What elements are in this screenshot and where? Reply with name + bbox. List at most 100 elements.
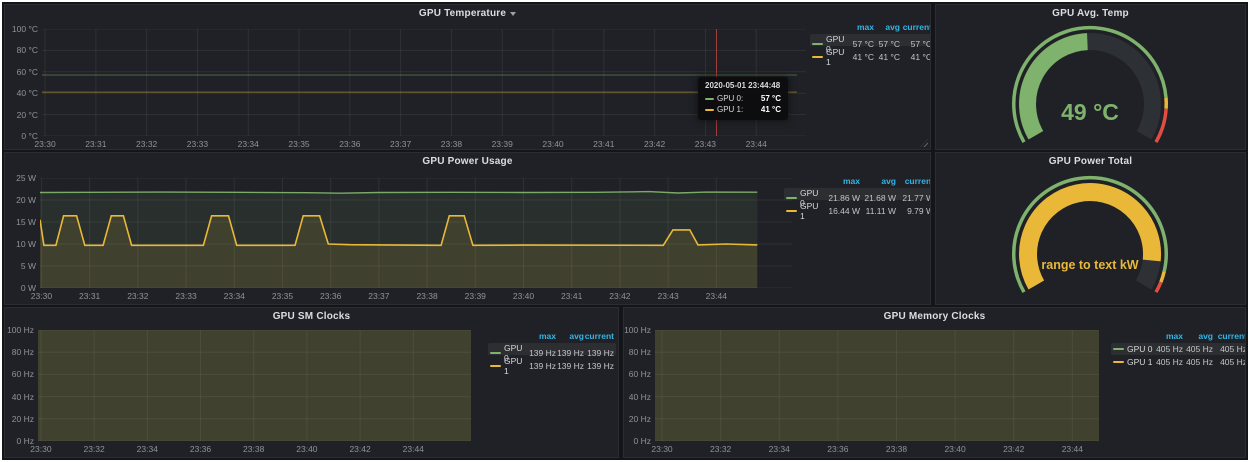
legend-stat-header[interactable]: max (822, 176, 860, 186)
legend-stat-header[interactable]: current (900, 22, 931, 32)
y-axis-label: 20 W (5, 195, 36, 205)
x-axis-label: 23:37 (361, 291, 397, 301)
legend-stat-header[interactable]: current (584, 331, 614, 341)
panel-title: GPU Avg. Temp (1052, 8, 1129, 19)
x-axis-label: 23:31 (72, 291, 108, 301)
panel-gpu-sm-clocks: GPU SM Clocks maxavgcurrentGPU 0139 Hz13… (4, 307, 619, 458)
legend-stat-value: 139 Hz (556, 361, 584, 371)
legend-stat-value: 16.44 W (822, 206, 860, 216)
x-axis-label: 23:37 (383, 139, 419, 149)
panel-header-gpu-temperature[interactable]: GPU Temperature (5, 5, 930, 21)
x-axis-label: 23:44 (1054, 444, 1090, 454)
y-axis-label: 60 Hz (624, 369, 651, 379)
legend-stat-value: 405 Hz (1213, 344, 1246, 354)
x-axis-label: 23:32 (129, 139, 165, 149)
panel-header-gpu-avg-temp[interactable]: GPU Avg. Temp (936, 5, 1245, 21)
x-axis-label: 23:41 (554, 291, 590, 301)
x-axis-label: 23:36 (313, 291, 349, 301)
series-color-icon (490, 352, 501, 354)
legend-stat-value: 41 °C (874, 52, 900, 62)
y-axis-label: 80 Hz (624, 347, 651, 357)
series-color-icon (812, 43, 823, 45)
x-axis-label: 23:39 (457, 291, 493, 301)
chart-svg (655, 330, 1099, 441)
gpu-temperature-chart[interactable] (42, 29, 806, 136)
x-axis-label: 23:40 (937, 444, 973, 454)
gauge-value-text: 49 °C (1061, 99, 1119, 125)
series-color-icon (705, 109, 714, 111)
y-axis-label: 40 Hz (624, 392, 651, 402)
y-axis-label: 100 Hz (5, 325, 34, 335)
y-axis-label: 20 °C (5, 110, 38, 120)
panel-header-gpu-sm-clocks[interactable]: GPU SM Clocks (5, 308, 618, 324)
series-color-icon (1113, 361, 1124, 363)
x-axis-label: 23:31 (78, 139, 114, 149)
chart-legend: maxavgcurrentGPU 057 °C57 °C57 °CGPU 141… (810, 21, 931, 60)
legend-stat-header[interactable]: max (846, 22, 874, 32)
chart-legend: maxavgcurrentGPU 0405 Hz405 Hz405 HzGPU … (1111, 330, 1246, 369)
legend-header-row: maxavgcurrent (488, 330, 616, 342)
panel-header-gpu-memory-clocks[interactable]: GPU Memory Clocks (624, 308, 1245, 324)
y-axis-label: 20 Hz (5, 414, 34, 424)
x-axis-label: 23:30 (23, 444, 59, 454)
gpu-sm-clocks-chart[interactable] (38, 330, 471, 441)
legend-series-name[interactable]: GPU 1 (812, 47, 846, 67)
legend-stat-header[interactable]: avg (556, 331, 584, 341)
gpu-memory-clocks-chart[interactable] (655, 330, 1099, 441)
y-axis-label: 80 Hz (5, 347, 34, 357)
x-axis-label: 23:34 (761, 444, 797, 454)
legend-stat-value: 405 Hz (1183, 344, 1213, 354)
x-axis-label: 23:32 (76, 444, 112, 454)
legend-stat-header[interactable]: avg (874, 22, 900, 32)
legend-header-row: maxavgcurrent (1111, 330, 1246, 342)
legend-series-name[interactable]: GPU 0 (1113, 344, 1153, 354)
panel-resize-handle[interactable] (920, 139, 928, 147)
series-color-icon (490, 365, 501, 367)
legend-series-name[interactable]: GPU 1 (1113, 357, 1153, 367)
panel-gpu-memory-clocks: GPU Memory Clocks maxavgcurrentGPU 0405 … (623, 307, 1246, 458)
y-axis-label: 15 W (5, 217, 36, 227)
tooltip-row: GPU 0:57 °C (705, 93, 781, 104)
legend-stat-value: 11.11 W (860, 206, 896, 216)
legend-row: GPU 1405 Hz405 Hz405 Hz (1111, 356, 1246, 368)
legend-stat-value: 9.79 W (896, 206, 931, 216)
legend-series-name[interactable]: GPU 1 (490, 356, 528, 376)
dashboard: GPU Temperature 2020-05-01 23:44:48 GPU … (2, 2, 1248, 460)
legend-stat-value: 21.77 W (896, 193, 931, 203)
legend-header-row: maxavgcurrent (784, 175, 931, 187)
x-axis-label: 23:40 (535, 139, 571, 149)
chevron-down-icon[interactable] (510, 12, 516, 16)
x-axis-label: 23:34 (216, 291, 252, 301)
legend-stat-value: 405 Hz (1153, 344, 1183, 354)
panel-title: GPU Power Total (1049, 156, 1132, 167)
legend-stat-value: 21.86 W (822, 193, 860, 203)
legend-stat-header[interactable]: avg (860, 176, 896, 186)
x-axis-label: 23:35 (264, 291, 300, 301)
legend-stat-header[interactable]: current (896, 176, 931, 186)
legend-stat-header[interactable]: max (528, 331, 556, 341)
x-axis-label: 23:42 (342, 444, 378, 454)
panel-title: GPU Memory Clocks (884, 311, 986, 322)
gauge-svg: 49 °C (936, 5, 1245, 149)
x-axis-label: 23:35 (281, 139, 317, 149)
chart-legend: maxavgcurrentGPU 021.86 W21.68 W21.77 WG… (784, 175, 931, 214)
legend-stat-header[interactable]: current (1213, 331, 1246, 341)
x-axis-label: 23:44 (738, 139, 774, 149)
x-axis-label: 23:36 (183, 444, 219, 454)
legend-stat-value: 57 °C (846, 39, 874, 49)
legend-stat-header[interactable]: avg (1183, 331, 1213, 341)
x-axis-label: 23:34 (230, 139, 266, 149)
gpu-power-usage-chart[interactable] (40, 178, 792, 288)
legend-stat-value: 405 Hz (1213, 357, 1246, 367)
legend-series-name[interactable]: GPU 1 (786, 201, 822, 221)
y-axis-label: 100 Hz (624, 325, 651, 335)
gauge-gpu-power-total: range to text kW (936, 153, 1245, 304)
panel-header-gpu-power-total[interactable]: GPU Power Total (936, 153, 1245, 169)
legend-stat-header[interactable]: max (1153, 331, 1183, 341)
x-axis-label: 23:40 (505, 291, 541, 301)
x-axis-label: 23:38 (236, 444, 272, 454)
x-axis-label: 23:36 (820, 444, 856, 454)
legend-stat-value: 139 Hz (584, 348, 614, 358)
panel-header-gpu-power-usage[interactable]: GPU Power Usage (5, 153, 930, 169)
x-axis-label: 23:40 (289, 444, 325, 454)
